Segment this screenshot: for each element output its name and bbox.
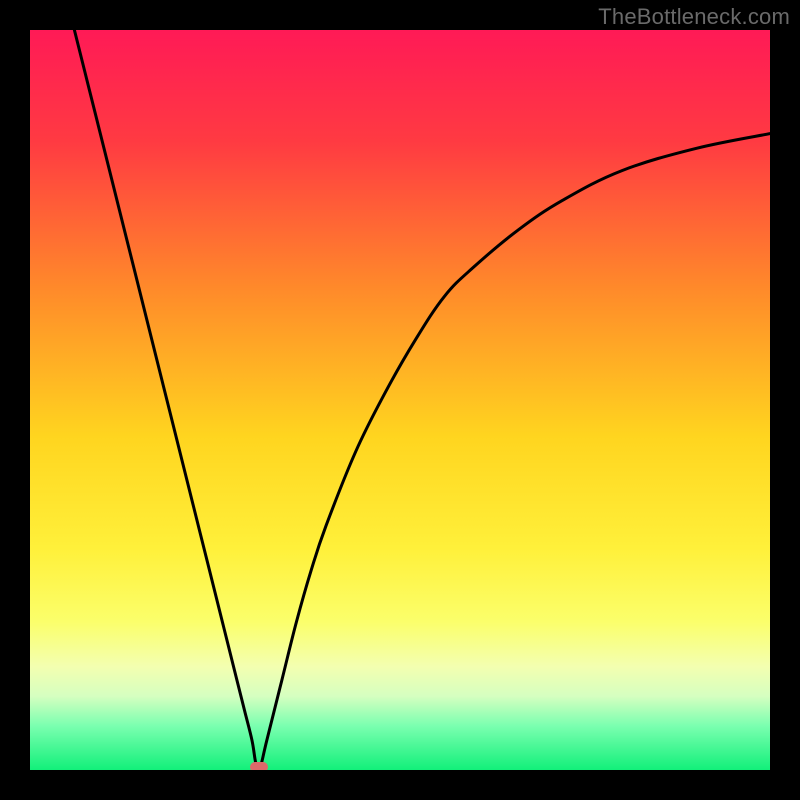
plot-area <box>30 30 770 770</box>
chart-container: TheBottleneck.com <box>0 0 800 800</box>
watermark-text: TheBottleneck.com <box>598 4 790 30</box>
min-marker <box>250 762 268 770</box>
line-curve <box>30 30 770 770</box>
